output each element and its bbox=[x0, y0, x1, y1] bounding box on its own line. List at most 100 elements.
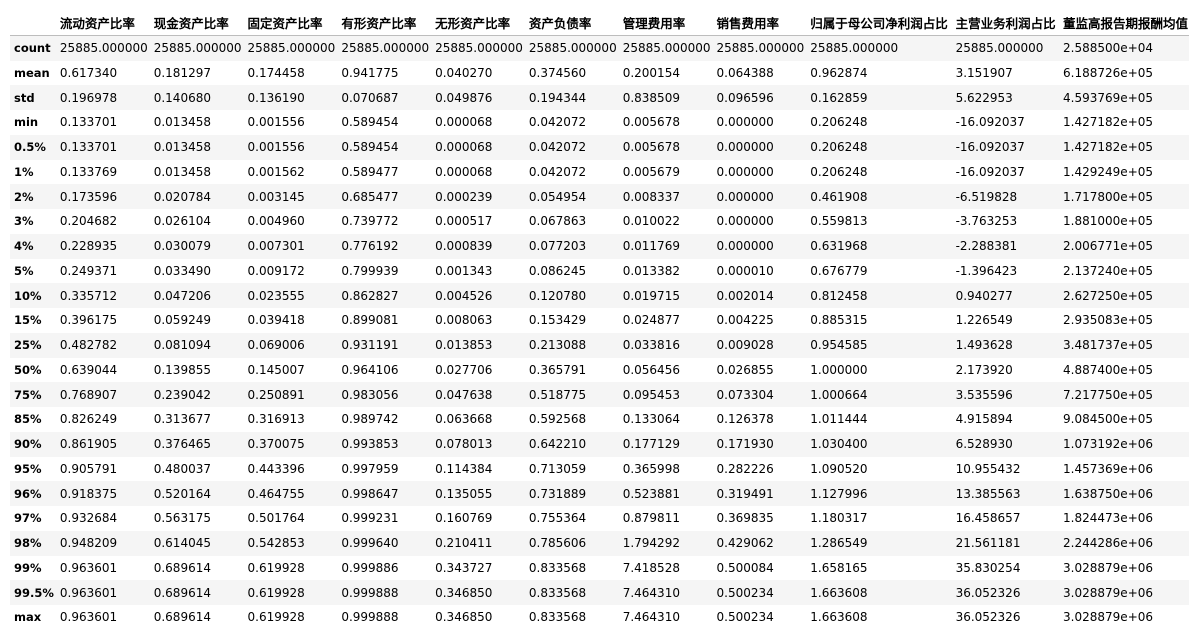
table-cell: 0.316913 bbox=[247, 412, 305, 427]
table-cell: 0.206248 bbox=[810, 140, 868, 155]
table-cell: 0.989742 bbox=[341, 412, 399, 427]
table-cell: 2.173920 bbox=[955, 362, 1013, 377]
table-cell: -16.092037 bbox=[955, 164, 1025, 179]
table-cell: 0.282226 bbox=[716, 461, 774, 476]
table-cell: 0.739772 bbox=[341, 214, 399, 229]
table-cell: 0.617340 bbox=[59, 65, 118, 80]
table-cell: 0.026104 bbox=[153, 214, 211, 229]
table-row: 2% 0.173596 0.020784 0.003145 0.685477 0.0002… bbox=[10, 184, 1189, 209]
table-cell: 0.120780 bbox=[528, 288, 587, 303]
table-cell: 0.177129 bbox=[622, 437, 680, 452]
table-cell: 0.000000 bbox=[716, 164, 774, 179]
table-cell: 0.133064 bbox=[622, 412, 680, 427]
column-header: 董监高报告期报酬均值 bbox=[1057, 10, 1189, 36]
table-cell: 0.001556 bbox=[247, 115, 305, 130]
table-cell: 0.376465 bbox=[153, 437, 211, 452]
table-cell: 5.622953 bbox=[955, 90, 1013, 105]
column-header: 现金资产比率 bbox=[147, 10, 242, 36]
table-cell: 0.174458 bbox=[247, 65, 305, 80]
table-cell: 0.862827 bbox=[341, 288, 399, 303]
table-cell: 1.429249e+05 bbox=[1063, 164, 1154, 179]
table-row: 15% 0.396175 0.059249 0.039418 0.899081 0.008… bbox=[10, 308, 1189, 333]
table-cell: 0.000239 bbox=[435, 189, 493, 204]
table-cell: 0.206248 bbox=[810, 164, 868, 179]
table-cell: 0.024877 bbox=[622, 313, 680, 328]
table-cell: 25885.000000 bbox=[59, 41, 148, 56]
table-cell: 0.461908 bbox=[810, 189, 868, 204]
table-cell: 3.535596 bbox=[955, 387, 1013, 402]
table-cell: 36.052326 bbox=[955, 610, 1021, 625]
table-cell: 0.833568 bbox=[528, 560, 587, 575]
row-index-label: 90% bbox=[14, 437, 42, 452]
table-cell: 0.589477 bbox=[341, 164, 399, 179]
table-cell: 0.173596 bbox=[59, 189, 118, 204]
table-cell: 0.500234 bbox=[716, 610, 774, 625]
row-index-label: 97% bbox=[14, 511, 42, 526]
table-row: 99.5% 0.963601 0.689614 0.619928 0.999888 0.3… bbox=[10, 580, 1189, 605]
table-row: 97% 0.932684 0.563175 0.501764 0.999231 0.160… bbox=[10, 506, 1189, 531]
table-cell: 0.013458 bbox=[153, 164, 211, 179]
column-header: 固定资产比率 bbox=[241, 10, 336, 36]
table-cell: 0.785606 bbox=[528, 536, 587, 551]
table-cell: 0.365791 bbox=[528, 362, 587, 377]
table-row: min 0.133701 0.013458 0.001556 0.589454 0.000… bbox=[10, 110, 1189, 135]
table-cell: 25885.000000 bbox=[247, 41, 336, 56]
table-cell: 0.542853 bbox=[247, 536, 305, 551]
table-cell: 0.905791 bbox=[59, 461, 118, 476]
table-cell: 0.194344 bbox=[528, 90, 587, 105]
table-cell: 0.999231 bbox=[341, 511, 399, 526]
table-cell: 0.005678 bbox=[622, 140, 680, 155]
table-cell: 0.059249 bbox=[153, 313, 211, 328]
table-cell: 0.997959 bbox=[341, 461, 399, 476]
table-cell: 0.001562 bbox=[247, 164, 305, 179]
table-cell: 0.005678 bbox=[622, 115, 680, 130]
table-cell: 0.002014 bbox=[716, 288, 774, 303]
table-cell: 0.054954 bbox=[528, 189, 587, 204]
table-cell: 1.127996 bbox=[810, 486, 868, 501]
table-cell: 0.210411 bbox=[435, 536, 493, 551]
table-cell: -6.519828 bbox=[955, 189, 1018, 204]
table-cell: 10.955432 bbox=[955, 461, 1021, 476]
table-cell: 0.443396 bbox=[247, 461, 305, 476]
table-cell: 2.588500e+04 bbox=[1063, 41, 1154, 56]
table-cell: 0.619928 bbox=[247, 585, 305, 600]
table-cell: 0.013458 bbox=[153, 140, 211, 155]
table-cell: 3.028879e+06 bbox=[1063, 560, 1154, 575]
table-row: 90% 0.861905 0.376465 0.370075 0.993853 0.078… bbox=[10, 431, 1189, 457]
table-cell: 0.639044 bbox=[59, 362, 118, 377]
table-cell: 0.200154 bbox=[622, 65, 680, 80]
table-cell: 3.481737e+05 bbox=[1063, 338, 1154, 353]
table-cell: 0.228935 bbox=[59, 239, 118, 254]
table-cell: 35.830254 bbox=[955, 560, 1021, 575]
table-cell: 0.948209 bbox=[59, 536, 118, 551]
row-index-label: 99% bbox=[14, 560, 42, 575]
row-index-label: 99.5% bbox=[14, 585, 54, 600]
table-row: 25% 0.482782 0.081094 0.069006 0.931191 0.013… bbox=[10, 332, 1189, 358]
table-cell: 0.000839 bbox=[435, 239, 493, 254]
row-index-label: count bbox=[14, 41, 51, 56]
table-cell: 0.619928 bbox=[247, 610, 305, 625]
table-cell: 25885.000000 bbox=[955, 41, 1044, 56]
row-index-label: 50% bbox=[14, 362, 42, 377]
table-cell: 0.019715 bbox=[622, 288, 680, 303]
table-cell: 0.010022 bbox=[622, 214, 680, 229]
table-cell: 1.717800e+05 bbox=[1063, 189, 1154, 204]
row-index-label: max bbox=[14, 610, 42, 625]
table-cell: 0.731889 bbox=[528, 486, 587, 501]
table-cell: 0.070687 bbox=[341, 90, 399, 105]
table-cell: 0.346850 bbox=[435, 610, 493, 625]
row-index-label: 25% bbox=[14, 338, 42, 353]
table-cell: 0.064388 bbox=[716, 65, 774, 80]
table-cell: 0.768907 bbox=[59, 387, 118, 402]
table-cell: 0.011769 bbox=[622, 239, 680, 254]
table-cell: -2.288381 bbox=[955, 239, 1018, 254]
table-cell: 0.004526 bbox=[435, 288, 493, 303]
table-cell: 0.365998 bbox=[622, 461, 680, 476]
table-cell: 0.500084 bbox=[716, 560, 774, 575]
table-cell: 0.069006 bbox=[247, 338, 305, 353]
table-cell: 2.244286e+06 bbox=[1063, 536, 1154, 551]
table-cell: 0.932684 bbox=[59, 511, 118, 526]
table-cell: 0.000000 bbox=[716, 239, 774, 254]
table-cell: 0.676779 bbox=[810, 263, 868, 278]
table-cell: 0.086245 bbox=[528, 263, 587, 278]
